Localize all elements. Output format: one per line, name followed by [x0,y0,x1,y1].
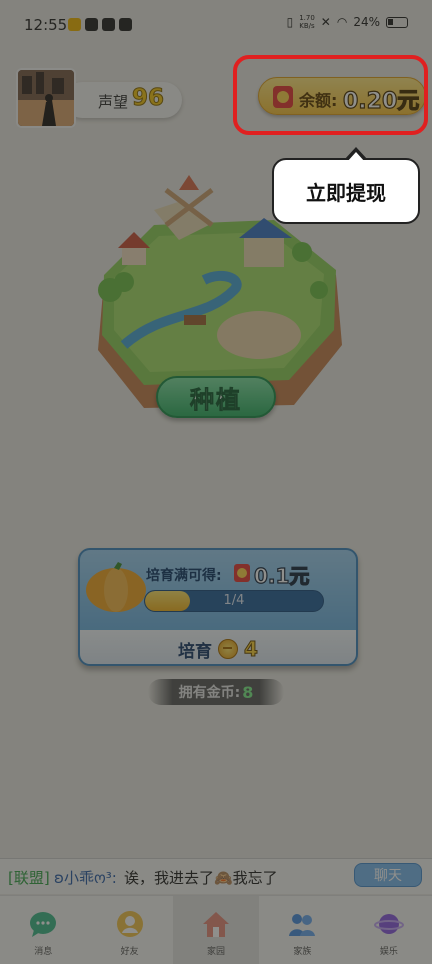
battery-text: 24% [353,15,380,29]
withdraw-tooltip[interactable]: 立即提现 [272,147,420,224]
prestige-value: 96 [131,85,165,112]
bottom-nav: 消息 好友 家园 家族 娱乐 [0,895,432,964]
weibo-icon [68,18,81,31]
home-icon [203,912,230,937]
plant-button-label: 种植 [190,385,242,414]
nav-item-friends[interactable]: 好友 [86,896,172,964]
cultivate-label: 培育 [178,641,213,662]
balance-highlight-frame [233,55,428,135]
family-icon [289,914,316,936]
cultivation-card: 培育满可得: 0.1元 1/4 培育 4 [78,548,358,666]
progress-text: 1/4 [223,593,245,608]
clock: 12:55 [24,16,68,34]
wifi-icon: ◠ [336,15,348,29]
chat-button[interactable]: 聊天 [354,863,422,887]
planet-icon [373,914,404,934]
coin-icon [218,639,239,659]
chat-button-label: 聊天 [374,868,402,884]
prestige-pill[interactable]: 声望 96 [64,82,182,118]
battery-icon [386,16,408,28]
prestige-label: 声望 [98,93,129,111]
mail-icon [102,18,115,31]
nav-item-entertainment[interactable]: 娱乐 [346,896,432,964]
cultivate-button[interactable]: 培育 4 [80,630,356,664]
cultivation-progress-bar: 1/4 [144,590,324,612]
coins-owned: 拥有金币: 8 [148,679,284,705]
dim-overlay [0,0,432,964]
red-envelope-icon [234,564,250,582]
reward-label: 培育满可得: [146,568,222,584]
pumpkin-icon [86,562,146,612]
nav-item-home[interactable]: 家园 [172,896,260,964]
coins-owned-value: 8 [242,682,254,702]
sim-icon: ✕ [320,15,331,29]
chat-message: 诶，我进去了🙈我忘了 [124,869,278,887]
vibrate-icon: ▯ [286,15,294,29]
link-icon [85,18,98,31]
notification-icons [68,18,132,31]
withdraw-tooltip-text: 立即提现 [306,180,386,205]
status-bar: 12:55 ▯ 1.70 KB/s ✕ ◠ 24% [0,0,432,50]
nav-item-family[interactable]: 家族 [259,896,345,964]
chat-bubble-icon [30,912,57,937]
avatar[interactable] [16,68,76,128]
plant-button[interactable]: 种植 [156,376,276,418]
reward-value: 0.1元 [253,563,310,588]
chat-channel-tag: [联盟] [8,869,50,887]
chat-bar[interactable]: [联盟] ʚ小乖ო³: 诶，我进去了🙈我忘了 聊天 [0,858,432,894]
network-speed: 1.70 KB/s [299,14,315,30]
nav-item-messages[interactable]: 消息 [0,896,86,964]
tiktok-icon [119,18,132,31]
coins-owned-label: 拥有金币: [178,685,241,701]
chat-sender: ʚ小乖ო³: [54,869,117,887]
system-status: ▯ 1.70 KB/s ✕ ◠ 24% [287,14,408,30]
cultivate-cost: 4 [244,637,259,662]
friend-icon [116,911,143,937]
